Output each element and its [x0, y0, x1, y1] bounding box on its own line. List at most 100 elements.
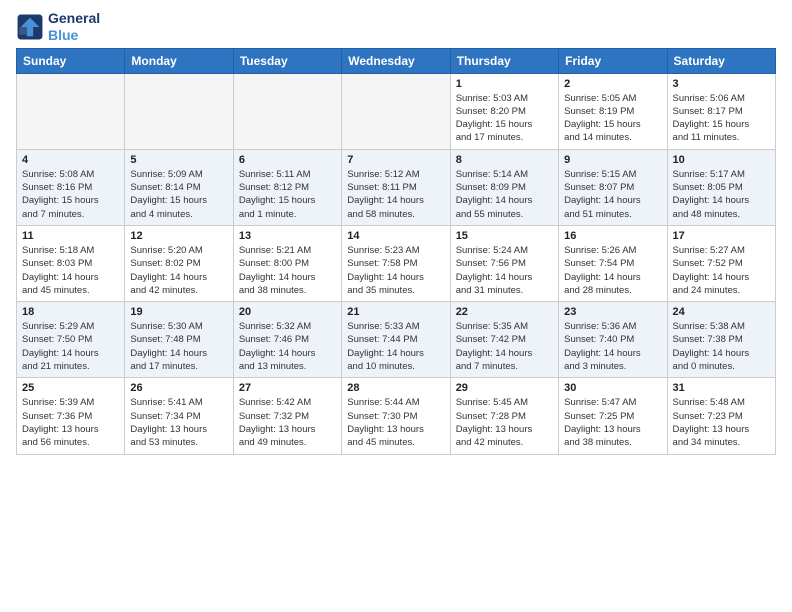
calendar-cell: 16 Sunrise: 5:26 AM Sunset: 7:54 PM Dayli… [559, 225, 667, 301]
day-number: 7 [347, 154, 444, 166]
day-number: 28 [347, 382, 444, 394]
day-info: Sunrise: 5:14 AM Sunset: 8:09 PM Dayligh… [456, 168, 553, 221]
day-info: Sunrise: 5:48 AM Sunset: 7:23 PM Dayligh… [673, 396, 770, 449]
day-info: Sunrise: 5:23 AM Sunset: 7:58 PM Dayligh… [347, 244, 444, 297]
day-info: Sunrise: 5:36 AM Sunset: 7:40 PM Dayligh… [564, 320, 661, 373]
day-info: Sunrise: 5:05 AM Sunset: 8:19 PM Dayligh… [564, 92, 661, 145]
calendar-cell: 30Sunrise: 5:47 AM Sunset: 7:25 PM Dayli… [559, 378, 667, 454]
day-number: 11 [22, 230, 119, 242]
calendar-cell: 12Sunrise: 5:20 AM Sunset: 8:02 PM Dayli… [125, 225, 233, 301]
day-info: Sunrise: 5:41 AM Sunset: 7:34 PM Dayligh… [130, 396, 227, 449]
day-number: 30 [564, 382, 661, 394]
logo-icon [16, 13, 44, 41]
day-number: 14 [347, 230, 444, 242]
calendar-cell: 8 Sunrise: 5:14 AM Sunset: 8:09 PM Daylig… [450, 149, 558, 225]
calendar-cell: 7Sunrise: 5:12 AM Sunset: 8:11 PM Daylig… [342, 149, 450, 225]
day-info: Sunrise: 5:26 AM Sunset: 7:54 PM Dayligh… [564, 244, 661, 297]
calendar-cell: 4 Sunrise: 5:08 AM Sunset: 8:16 PM Daylig… [17, 149, 125, 225]
calendar-cell: 6 Sunrise: 5:11 AM Sunset: 8:12 PM Daylig… [233, 149, 341, 225]
day-number: 5 [130, 154, 227, 166]
page: General Blue SundayMondayTuesdayWednesda… [0, 0, 792, 471]
calendar-cell: 13 Sunrise: 5:21 AM Sunset: 8:00 PM Dayli… [233, 225, 341, 301]
calendar: SundayMondayTuesdayWednesdayThursdayFrid… [16, 48, 776, 455]
day-number: 27 [239, 382, 336, 394]
calendar-cell [125, 73, 233, 149]
calendar-cell: 18Sunrise: 5:29 AM Sunset: 7:50 PM Dayli… [17, 302, 125, 378]
day-number: 10 [673, 154, 770, 166]
calendar-cell: 5 Sunrise: 5:09 AM Sunset: 8:14 PM Daylig… [125, 149, 233, 225]
calendar-cell: 3 Sunrise: 5:06 AM Sunset: 8:17 PM Daylig… [667, 73, 775, 149]
calendar-cell: 27 Sunrise: 5:42 AM Sunset: 7:32 PM Dayli… [233, 378, 341, 454]
day-info: Sunrise: 5:27 AM Sunset: 7:52 PM Dayligh… [673, 244, 770, 297]
day-info: Sunrise: 5:21 AM Sunset: 8:00 PM Dayligh… [239, 244, 336, 297]
calendar-cell: 23 Sunrise: 5:36 AM Sunset: 7:40 PM Dayli… [559, 302, 667, 378]
calendar-cell: 9 Sunrise: 5:15 AM Sunset: 8:07 PM Daylig… [559, 149, 667, 225]
calendar-cell: 21 Sunrise: 5:33 AM Sunset: 7:44 PM Dayli… [342, 302, 450, 378]
day-number: 22 [456, 306, 553, 318]
day-info: Sunrise: 5:09 AM Sunset: 8:14 PM Dayligh… [130, 168, 227, 221]
day-number: 16 [564, 230, 661, 242]
day-number: 4 [22, 154, 119, 166]
calendar-cell: 19Sunrise: 5:30 AM Sunset: 7:48 PM Dayli… [125, 302, 233, 378]
day-number: 2 [564, 78, 661, 90]
day-number: 3 [673, 78, 770, 90]
calendar-week-5: 25Sunrise: 5:39 AM Sunset: 7:36 PM Dayli… [17, 378, 776, 454]
calendar-cell: 14 Sunrise: 5:23 AM Sunset: 7:58 PM Dayli… [342, 225, 450, 301]
day-number: 6 [239, 154, 336, 166]
day-number: 26 [130, 382, 227, 394]
day-number: 20 [239, 306, 336, 318]
day-number: 31 [673, 382, 770, 394]
calendar-cell: 26 Sunrise: 5:41 AM Sunset: 7:34 PM Dayli… [125, 378, 233, 454]
weekday-header-saturday: Saturday [667, 48, 775, 73]
calendar-cell: 24Sunrise: 5:38 AM Sunset: 7:38 PM Dayli… [667, 302, 775, 378]
calendar-cell: 1 Sunrise: 5:03 AM Sunset: 8:20 PM Daylig… [450, 73, 558, 149]
day-number: 23 [564, 306, 661, 318]
day-number: 12 [130, 230, 227, 242]
calendar-header-row: SundayMondayTuesdayWednesdayThursdayFrid… [17, 48, 776, 73]
day-number: 15 [456, 230, 553, 242]
calendar-week-1: 1 Sunrise: 5:03 AM Sunset: 8:20 PM Daylig… [17, 73, 776, 149]
weekday-header-tuesday: Tuesday [233, 48, 341, 73]
day-number: 13 [239, 230, 336, 242]
day-number: 17 [673, 230, 770, 242]
day-info: Sunrise: 5:33 AM Sunset: 7:44 PM Dayligh… [347, 320, 444, 373]
day-info: Sunrise: 5:15 AM Sunset: 8:07 PM Dayligh… [564, 168, 661, 221]
weekday-header-thursday: Thursday [450, 48, 558, 73]
calendar-cell: 25Sunrise: 5:39 AM Sunset: 7:36 PM Dayli… [17, 378, 125, 454]
weekday-header-monday: Monday [125, 48, 233, 73]
calendar-cell: 28 Sunrise: 5:44 AM Sunset: 7:30 PM Dayli… [342, 378, 450, 454]
day-info: Sunrise: 5:30 AM Sunset: 7:48 PM Dayligh… [130, 320, 227, 373]
day-info: Sunrise: 5:03 AM Sunset: 8:20 PM Dayligh… [456, 92, 553, 145]
day-info: Sunrise: 5:11 AM Sunset: 8:12 PM Dayligh… [239, 168, 336, 221]
day-number: 9 [564, 154, 661, 166]
weekday-header-friday: Friday [559, 48, 667, 73]
day-info: Sunrise: 5:06 AM Sunset: 8:17 PM Dayligh… [673, 92, 770, 145]
calendar-cell: 17 Sunrise: 5:27 AM Sunset: 7:52 PM Dayli… [667, 225, 775, 301]
calendar-cell [233, 73, 341, 149]
day-info: Sunrise: 5:39 AM Sunset: 7:36 PM Dayligh… [22, 396, 119, 449]
day-info: Sunrise: 5:38 AM Sunset: 7:38 PM Dayligh… [673, 320, 770, 373]
calendar-cell: 22 Sunrise: 5:35 AM Sunset: 7:42 PM Dayli… [450, 302, 558, 378]
day-info: Sunrise: 5:42 AM Sunset: 7:32 PM Dayligh… [239, 396, 336, 449]
day-number: 21 [347, 306, 444, 318]
day-info: Sunrise: 5:24 AM Sunset: 7:56 PM Dayligh… [456, 244, 553, 297]
weekday-header-sunday: Sunday [17, 48, 125, 73]
logo: General Blue [16, 10, 100, 44]
calendar-cell: 15 Sunrise: 5:24 AM Sunset: 7:56 PM Dayli… [450, 225, 558, 301]
calendar-cell: 10 Sunrise: 5:17 AM Sunset: 8:05 PM Dayli… [667, 149, 775, 225]
day-info: Sunrise: 5:44 AM Sunset: 7:30 PM Dayligh… [347, 396, 444, 449]
logo-text: General Blue [48, 10, 100, 44]
day-info: Sunrise: 5:45 AM Sunset: 7:28 PM Dayligh… [456, 396, 553, 449]
day-info: Sunrise: 5:35 AM Sunset: 7:42 PM Dayligh… [456, 320, 553, 373]
day-number: 1 [456, 78, 553, 90]
day-info: Sunrise: 5:17 AM Sunset: 8:05 PM Dayligh… [673, 168, 770, 221]
day-info: Sunrise: 5:32 AM Sunset: 7:46 PM Dayligh… [239, 320, 336, 373]
calendar-cell: 29Sunrise: 5:45 AM Sunset: 7:28 PM Dayli… [450, 378, 558, 454]
day-info: Sunrise: 5:08 AM Sunset: 8:16 PM Dayligh… [22, 168, 119, 221]
calendar-cell: 11Sunrise: 5:18 AM Sunset: 8:03 PM Dayli… [17, 225, 125, 301]
calendar-cell [17, 73, 125, 149]
weekday-header-wednesday: Wednesday [342, 48, 450, 73]
calendar-week-4: 18Sunrise: 5:29 AM Sunset: 7:50 PM Dayli… [17, 302, 776, 378]
calendar-cell: 20 Sunrise: 5:32 AM Sunset: 7:46 PM Dayli… [233, 302, 341, 378]
day-number: 8 [456, 154, 553, 166]
